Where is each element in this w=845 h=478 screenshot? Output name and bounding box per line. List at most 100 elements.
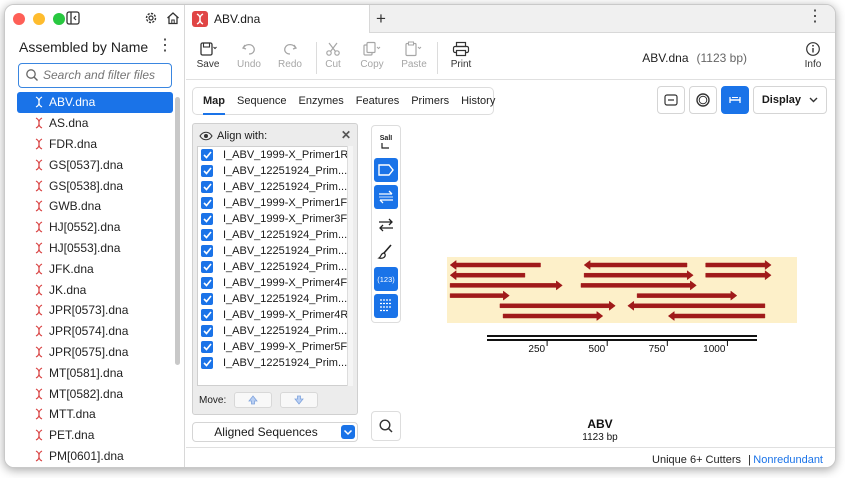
redo-button[interactable]: Redo (270, 39, 310, 70)
aligned-sequences-select[interactable]: Aligned Sequences (192, 422, 358, 442)
dna-file-icon (35, 200, 43, 212)
circular-view-button[interactable] (688, 86, 717, 114)
file-item[interactable]: MT[0582].dna (17, 383, 173, 404)
print-button[interactable]: Print (441, 39, 481, 70)
alignment-item[interactable]: I_ABV_12251924_Prim... (198, 227, 351, 243)
alignment-item[interactable]: I_ABV_12251924_Prim... (198, 323, 351, 339)
paste-button[interactable]: Paste (394, 39, 434, 70)
tab-sequence[interactable]: Sequence (237, 88, 287, 115)
file-item[interactable]: JPR[0573].dna (17, 300, 173, 321)
file-item[interactable]: JPR[0575].dna (17, 342, 173, 363)
sequence-map[interactable]: 250 500 750 1000 ABV 1123 bp (407, 121, 836, 447)
alignment-checkbox[interactable] (201, 261, 213, 273)
file-item[interactable]: GWB.dna (17, 196, 173, 217)
file-item[interactable]: AS.dna (17, 113, 173, 134)
alignment-checkbox[interactable] (201, 309, 213, 321)
copy-button[interactable]: Copy (352, 39, 392, 70)
file-item[interactable]: PET.dna (17, 425, 173, 446)
tab-features[interactable]: Features (356, 88, 399, 115)
search-field[interactable] (18, 63, 172, 88)
alignment-name: I_ABV_1999-X_Primer3F (223, 213, 348, 225)
gear-icon[interactable] (143, 11, 159, 27)
file-item[interactable]: JK.dna (17, 279, 173, 300)
alignment-item[interactable]: I_ABV_12251924_Prim... (198, 355, 351, 371)
tab-abv[interactable]: ABV.dna (186, 5, 370, 33)
sequence-text-button[interactable] (374, 294, 398, 318)
alignment-item[interactable]: I_ABV_12251924_Prim... (198, 179, 351, 195)
tab-history[interactable]: History (461, 88, 495, 115)
info-button[interactable]: Info (793, 39, 833, 70)
move-up-button[interactable] (234, 392, 273, 408)
alignment-item[interactable]: I_ABV_1999-X_Primer5F (198, 339, 351, 355)
alignment-item[interactable]: I_ABV_12251924_Prim... (198, 291, 351, 307)
alignment-view-button[interactable] (720, 86, 749, 114)
tab-enzymes[interactable]: Enzymes (299, 88, 344, 115)
eye-icon[interactable] (199, 131, 213, 141)
alignment-checkbox[interactable] (201, 341, 213, 353)
file-name: HJ[0553].dna (49, 240, 121, 255)
file-item[interactable]: JPR[0574].dna (17, 321, 173, 342)
file-item[interactable]: HJ[0552].dna (17, 217, 173, 238)
feature-tool-button[interactable] (374, 158, 398, 182)
file-item[interactable]: JFK.dna (17, 258, 173, 279)
save-icon (188, 39, 228, 59)
alignment-item[interactable]: I_ABV_1999-X_Primer1F (198, 195, 351, 211)
alignment-checkbox[interactable] (201, 229, 213, 241)
alignment-item[interactable]: I_ABV_1999-X_Primer4F (198, 275, 351, 291)
alignment-item[interactable]: I_ABV_12251924_Prim... (198, 243, 351, 259)
search-input[interactable] (43, 68, 167, 82)
file-item[interactable]: MTT.dna (17, 404, 173, 425)
alignment-checkbox[interactable] (201, 197, 213, 209)
alignment-checkbox[interactable] (201, 149, 213, 161)
home-icon[interactable] (165, 11, 181, 27)
numbering-tool-button[interactable]: (123) (374, 267, 398, 291)
display-dropdown[interactable]: Display (752, 86, 827, 114)
alignment-checkbox[interactable] (201, 213, 213, 225)
undo-button[interactable]: Undo (229, 39, 269, 70)
file-item[interactable]: MT[0581].dna (17, 362, 173, 383)
tab-primers[interactable]: Primers (411, 88, 449, 115)
file-item[interactable]: ABV.dna (17, 92, 173, 113)
alignment-checkbox[interactable] (201, 245, 213, 257)
zoom-window-button[interactable] (53, 13, 65, 25)
minimize-window-button[interactable] (33, 13, 45, 25)
alignment-item[interactable]: I_ABV_12251924_Prim... (198, 163, 351, 179)
alignment-list-scrollbar[interactable] (347, 146, 353, 386)
color-tool-button[interactable] (374, 240, 398, 264)
alignment-item[interactable]: I_ABV_12251924_Prim... (198, 259, 351, 275)
zoom-button[interactable] (371, 411, 401, 441)
file-item[interactable]: GS[0537].dna (17, 154, 173, 175)
close-window-button[interactable] (13, 13, 25, 25)
close-panel-icon[interactable]: ✕ (341, 128, 351, 142)
file-name: ABV.dna (49, 95, 96, 110)
alignment-item[interactable]: I_ABV_1999-X_Primer3F (198, 211, 351, 227)
tab-map[interactable]: Map (203, 88, 225, 115)
file-item[interactable]: PM[0601].dna (17, 446, 173, 467)
alignment-checkbox[interactable] (201, 357, 213, 369)
restriction-site-button[interactable]: SalI (374, 130, 398, 154)
primer-tool-button[interactable] (374, 185, 398, 209)
move-down-button[interactable] (280, 392, 319, 408)
sidebar-more-icon[interactable]: ⋮ (157, 38, 173, 54)
alignment-checkbox[interactable] (201, 165, 213, 177)
sidebar-toggle-icon[interactable] (65, 11, 81, 27)
sidebar-scrollbar[interactable] (175, 97, 180, 365)
orientation-tool-button[interactable] (374, 213, 398, 237)
linear-view-button[interactable] (656, 86, 685, 114)
cut-button[interactable]: Cut (313, 39, 353, 70)
new-tab-icon[interactable]: + (376, 9, 386, 29)
alignment-checkbox[interactable] (201, 293, 213, 305)
alignment-checkbox[interactable] (201, 325, 213, 337)
tab-more-icon[interactable]: ⋮ (807, 9, 823, 25)
alignment-name: I_ABV_1999-X_Primer4F (223, 277, 348, 289)
save-button[interactable]: Save (188, 39, 228, 70)
cutters-label[interactable]: Unique 6+ Cutters (652, 454, 741, 466)
alignment-checkbox[interactable] (201, 181, 213, 193)
nonredundant-link[interactable]: Nonredundant (753, 454, 823, 466)
file-item[interactable]: HJ[0553].dna (17, 238, 173, 259)
file-item[interactable]: FDR.dna (17, 134, 173, 155)
alignment-item[interactable]: I_ABV_1999-X_Primer1R (198, 147, 351, 163)
alignment-checkbox[interactable] (201, 277, 213, 289)
file-item[interactable]: GS[0538].dna (17, 175, 173, 196)
alignment-item[interactable]: I_ABV_1999-X_Primer4R (198, 307, 351, 323)
